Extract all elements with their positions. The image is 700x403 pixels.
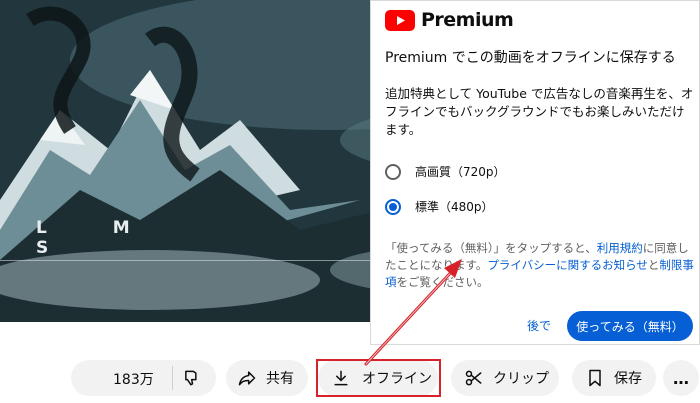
clip-button[interactable]: クリップ (451, 360, 559, 396)
dialog-description: 追加特典として YouTube で広告なしの音楽再生を、オフラインでもバックグラ… (385, 86, 694, 137)
radio-480p[interactable] (385, 198, 401, 215)
save-button[interactable]: 保存 (572, 360, 656, 396)
quality-label-720p: 高画質（720p） (415, 165, 506, 179)
share-button[interactable]: 共有 (226, 360, 308, 396)
later-button[interactable]: 後で (527, 317, 551, 334)
clip-label: クリップ (493, 371, 549, 387)
try-free-button[interactable]: 使ってみる（無料） (567, 311, 693, 341)
terms-text: 「使ってみる（無料）」をタップすると、利用規約に同意したことになります。プライバ… (385, 240, 695, 291)
like-divider (172, 366, 173, 390)
dialog-title: Premium でこの動画をオフラインに保存する (385, 50, 676, 66)
save-label: 保存 (614, 371, 642, 387)
offline-highlight-box (316, 359, 441, 397)
privacy-notice-link[interactable]: プライバシーに関するお知らせ (487, 258, 648, 272)
dislike-icon[interactable] (179, 367, 201, 389)
share-icon (236, 367, 258, 389)
premium-offline-dialog: Premium Premium でこの動画をオフラインに保存する 追加特典として… (370, 0, 700, 345)
terms-of-service-link[interactable]: 利用規約 (597, 241, 643, 255)
youtube-premium-logo: Premium (385, 9, 514, 31)
terms-text-3: と (647, 258, 660, 272)
quality-option-720p[interactable]: 高画質（720p） (385, 163, 506, 180)
more-icon: … (673, 368, 689, 388)
radio-720p[interactable] (385, 163, 401, 180)
quality-option-480p[interactable]: 標準（480p） (385, 198, 494, 215)
terms-text-4: をご覧ください。 (396, 275, 489, 289)
terms-text-1: 「使ってみる（無料）」をタップすると、 (385, 241, 597, 255)
premium-wordmark: Premium (421, 9, 514, 31)
scissors-icon (463, 367, 485, 389)
share-label: 共有 (266, 371, 294, 387)
youtube-logo-icon (385, 9, 415, 31)
more-button[interactable]: … (663, 360, 699, 396)
like-count[interactable]: 183万 (113, 369, 154, 389)
bookmark-icon (584, 367, 606, 389)
like-dislike-group: 183万 (71, 360, 216, 396)
video-watermark-text: L M S (36, 218, 160, 258)
quality-label-480p: 標準（480p） (415, 200, 494, 214)
